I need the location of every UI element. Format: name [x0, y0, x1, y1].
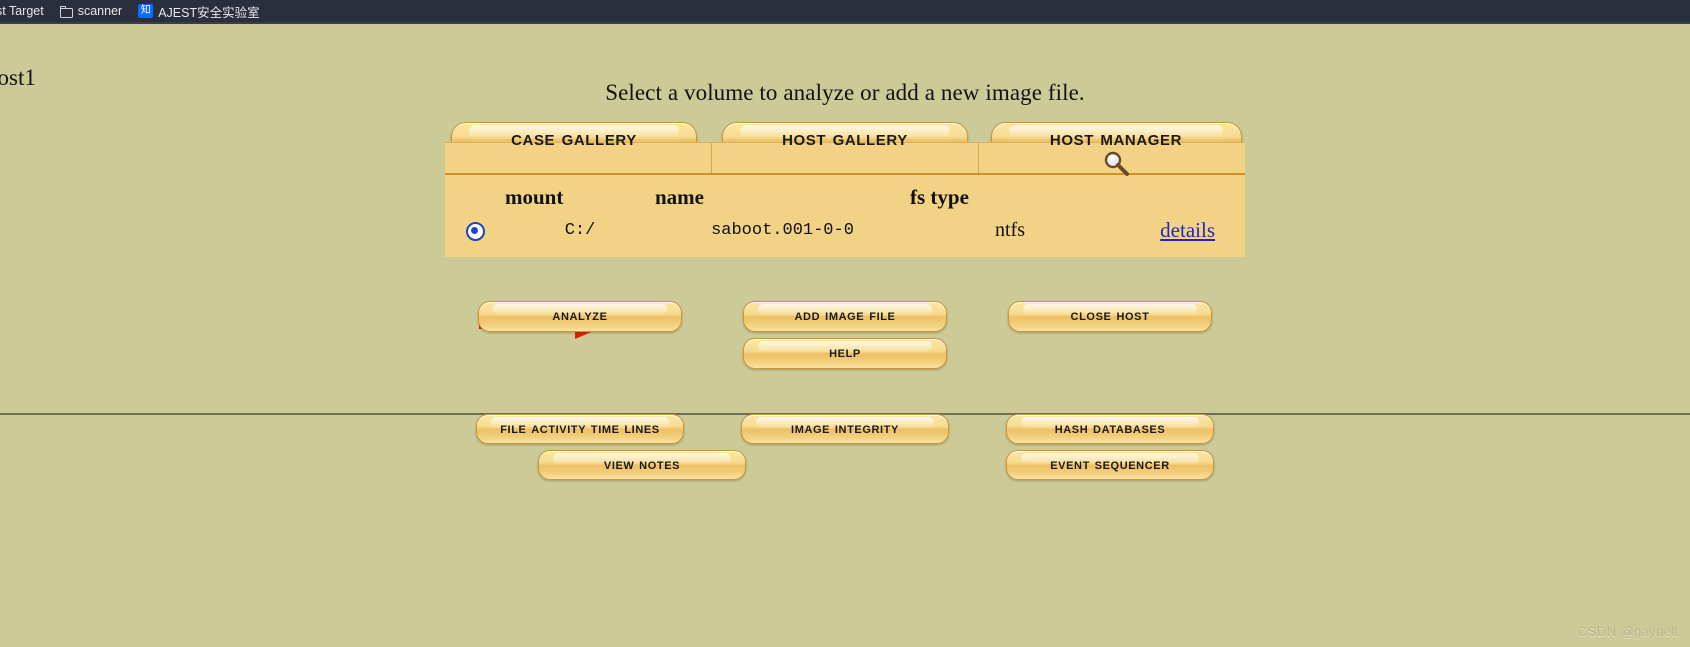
- add-image-file-button[interactable]: Add Image File: [743, 301, 947, 332]
- hash-databases-button[interactable]: Hash Databases: [1006, 414, 1214, 444]
- th-name: name: [655, 185, 704, 209]
- th-fs-type: fs type: [910, 185, 969, 209]
- hash-databases-label: Hash Databases: [1054, 420, 1166, 437]
- event-sequencer-label: Event Sequencer: [1050, 456, 1170, 473]
- image-integrity-button[interactable]: Image Integrity: [741, 414, 949, 444]
- action-button-area: Analyze Add Image File Close Host Help: [0, 301, 1690, 369]
- folder-icon: [59, 5, 73, 18]
- add-image-file-button-label: Add Image File: [794, 307, 896, 324]
- cell-fs-type: ntfs: [995, 219, 1025, 241]
- tool-cell-view-notes: View Notes: [510, 450, 775, 480]
- cell-mount: C:/: [564, 221, 596, 240]
- action-cell-add-image-file: Add Image File: [713, 301, 978, 332]
- view-notes-label: View Notes: [603, 456, 681, 473]
- action-row-primary: Analyze Add Image File Close Host: [0, 301, 1690, 332]
- tool-cell-hash-databases: Hash Databases: [978, 414, 1243, 444]
- file-activity-time-lines-label: File Activity Time Lines: [500, 420, 660, 437]
- bookmark-label: st Target: [0, 4, 44, 18]
- close-host-button-label: Close Host: [1070, 307, 1150, 324]
- tab-case-gallery-label: Case Gallery: [511, 127, 637, 150]
- volume-radio-button[interactable]: [465, 221, 485, 241]
- details-link[interactable]: details: [1160, 218, 1215, 242]
- volume-table-panel: mount name fs type C:/ saboot.001-0-0 nt…: [445, 173, 1245, 257]
- row-select-cell: [445, 216, 505, 247]
- help-button[interactable]: Help: [743, 338, 947, 369]
- csdn-watermark: CSDN @gaynell: [1577, 624, 1678, 639]
- browser-bookmark-bar: st Target scanner 知 AJEST安全实验室: [0, 0, 1690, 22]
- tab-host-manager-label: Host Manager: [1049, 127, 1183, 150]
- close-host-button[interactable]: Close Host: [1008, 301, 1212, 332]
- tool-row-secondary: View Notes Event Sequencer: [0, 450, 1690, 480]
- page-headline: Select a volume to analyze or add a new …: [605, 80, 1085, 105]
- event-sequencer-button[interactable]: Event Sequencer: [1006, 450, 1214, 480]
- image-integrity-label: Image Integrity: [791, 420, 899, 437]
- bookmark-item-scanner[interactable]: scanner: [52, 2, 130, 20]
- bookmark-item-ajest[interactable]: 知 AJEST安全实验室: [130, 0, 267, 22]
- action-cell-close-host: Close Host: [978, 301, 1243, 332]
- file-activity-time-lines-button[interactable]: File Activity Time Lines: [476, 414, 684, 444]
- analyze-button-label: Analyze: [552, 307, 608, 324]
- view-notes-button[interactable]: View Notes: [538, 450, 746, 480]
- action-cell-help: Help: [713, 338, 978, 369]
- tool-cell-event-sequencer: Event Sequencer: [978, 450, 1243, 480]
- analyze-button[interactable]: Analyze: [478, 301, 682, 332]
- zhihu-icon: 知: [138, 4, 154, 18]
- tools-area: File Activity Time Lines Image Integrity…: [0, 414, 1690, 480]
- tool-row-primary: File Activity Time Lines Image Integrity…: [0, 414, 1690, 444]
- volume-panel: Case Gallery Host Gallery Host Manager: [445, 122, 1245, 257]
- main-content: Select a volume to analyze or add a new …: [0, 22, 1690, 369]
- th-mount: mount: [505, 185, 564, 209]
- magnifier-icon: [1104, 151, 1129, 176]
- action-cell-analyze: Analyze: [448, 301, 713, 332]
- table-header-row: mount name fs type: [445, 181, 1245, 216]
- help-button-label: Help: [829, 344, 861, 361]
- cell-name: saboot.001-0-0: [711, 221, 854, 240]
- th-details: [1110, 181, 1245, 216]
- bookmark-label: AJEST安全实验室: [158, 5, 260, 20]
- action-row-secondary: Help: [0, 338, 1690, 369]
- bookmark-label: scanner: [77, 4, 123, 18]
- bookmark-item-test-target[interactable]: st Target: [0, 2, 52, 20]
- th-select: [445, 181, 505, 216]
- tool-cell-file-activity-time-lines: File Activity Time Lines: [448, 414, 713, 444]
- table-row[interactable]: C:/ saboot.001-0-0 ntfs details: [445, 216, 1245, 247]
- volume-table: mount name fs type C:/ saboot.001-0-0 nt…: [445, 181, 1245, 247]
- tool-cell-image-integrity: Image Integrity: [713, 414, 978, 444]
- tab-host-gallery-label: Host Gallery: [782, 127, 908, 150]
- cell-details: details: [1110, 216, 1245, 247]
